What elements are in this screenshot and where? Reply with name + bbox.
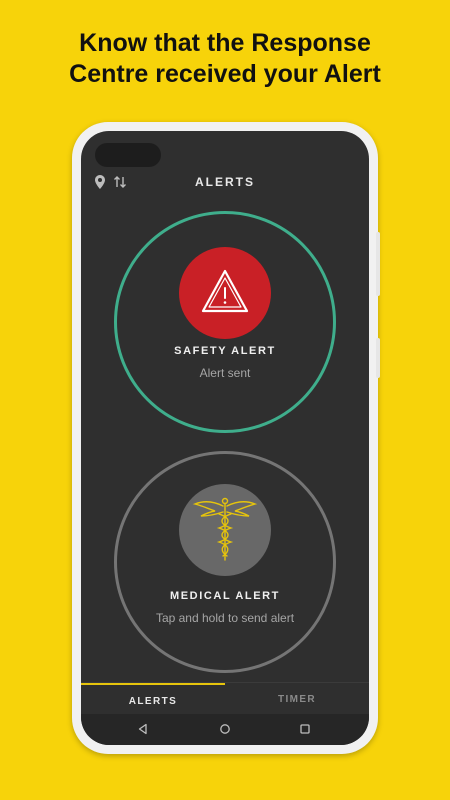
safety-alert-status: Alert sent (199, 366, 251, 380)
recent-apps-button[interactable] (285, 714, 325, 745)
front-camera (95, 143, 161, 167)
recent-apps-icon (300, 724, 310, 734)
tab-timer[interactable]: TIMER (225, 683, 369, 715)
safety-alert-icon-badge[interactable] (179, 247, 271, 339)
safety-alert-label: SAFETY ALERT (174, 345, 276, 357)
phone-screen: ALERTS SAFETY ALERT Alert sent MEDICAL A… (81, 131, 369, 745)
headline: Know that the Response Centre received y… (0, 28, 450, 90)
home-icon (220, 724, 230, 734)
back-button[interactable] (123, 714, 163, 745)
medical-alert-button[interactable]: MEDICAL ALERT Tap and hold to send alert (114, 451, 336, 673)
medical-alert-status: Tap and hold to send alert (155, 611, 295, 625)
tab-bar: ALERTS TIMER (81, 682, 369, 715)
system-navigation-bar (81, 714, 369, 745)
headline-line-1: Know that the Response (79, 29, 371, 57)
phone-side-button (376, 338, 380, 378)
page-title: ALERTS (195, 175, 255, 189)
caduceus-icon (192, 497, 258, 561)
medical-alert-label: MEDICAL ALERT (169, 590, 281, 602)
back-icon (138, 723, 147, 735)
safety-alert-button[interactable]: SAFETY ALERT Alert sent (114, 211, 336, 433)
warning-triangle-icon (201, 269, 249, 313)
headline-line-2: Centre received your Alert (69, 60, 381, 88)
phone-side-button (376, 232, 380, 296)
home-button[interactable] (205, 714, 245, 745)
tab-alerts[interactable]: ALERTS (81, 683, 225, 715)
medical-alert-icon-badge[interactable] (179, 484, 271, 576)
